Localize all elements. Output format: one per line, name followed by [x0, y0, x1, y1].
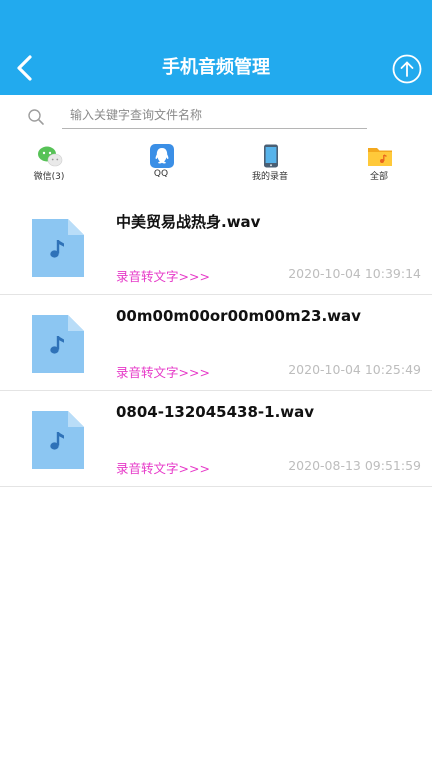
page-title: 手机音频管理: [162, 57, 270, 78]
source-filter-bar: 微信(3) QQ 我的录音 全部: [0, 142, 432, 192]
audio-file-icon: [32, 219, 84, 277]
wechat-icon: [38, 146, 63, 167]
source-label: 全部: [369, 172, 388, 182]
speech-to-text-link[interactable]: 录音转文字>>>: [116, 458, 210, 477]
source-label: 微信(3): [33, 172, 65, 182]
source-label: 我的录音: [251, 172, 288, 182]
search-bar: [0, 95, 432, 140]
list-item[interactable]: 0804-132045438-1.wav 录音转文字>>> 2020-08-13…: [0, 391, 432, 487]
audio-file-icon: [32, 315, 84, 373]
upload-circle-icon: [392, 54, 422, 84]
phone-icon: [264, 144, 278, 168]
list-item[interactable]: 中美贸易战热身.wav 录音转文字>>> 2020-10-04 10:39:14: [0, 199, 432, 295]
source-wechat[interactable]: 微信(3): [9, 142, 89, 190]
search-input[interactable]: [62, 101, 367, 129]
list-item[interactable]: 00m00m00or00m00m23.wav 录音转文字>>> 2020-10-…: [0, 295, 432, 391]
qq-icon: [150, 144, 174, 168]
source-label: QQ: [153, 169, 169, 179]
source-all[interactable]: 全部: [339, 142, 419, 190]
file-timestamp: 2020-08-13 09:51:59: [288, 458, 421, 473]
audio-file-list: 中美贸易战热身.wav 录音转文字>>> 2020-10-04 10:39:14…: [0, 199, 432, 487]
file-name: 中美贸易战热身.wav: [116, 213, 261, 231]
app-header: 手机音频管理: [0, 0, 432, 95]
source-my-recordings[interactable]: 我的录音: [230, 142, 310, 190]
audio-file-icon: [32, 411, 84, 469]
upload-button[interactable]: [391, 53, 423, 85]
source-qq[interactable]: QQ: [121, 142, 201, 190]
folder-icon: [368, 148, 392, 166]
search-icon: [28, 109, 44, 125]
file-timestamp: 2020-10-04 10:39:14: [288, 266, 421, 281]
file-timestamp: 2020-10-04 10:25:49: [288, 362, 421, 377]
speech-to-text-link[interactable]: 录音转文字>>>: [116, 362, 210, 381]
speech-to-text-link[interactable]: 录音转文字>>>: [116, 266, 210, 285]
file-name: 00m00m00or00m00m23.wav: [116, 307, 361, 325]
file-name: 0804-132045438-1.wav: [116, 403, 315, 421]
